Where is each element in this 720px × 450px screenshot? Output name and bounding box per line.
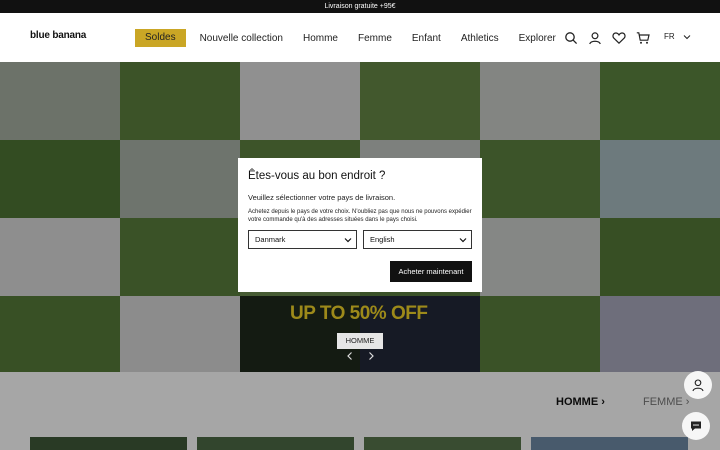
modal-description: Achetez depuis le pays de votre choix. N…: [248, 209, 472, 223]
main-nav: Soldes Nouvelle collection Homme Femme E…: [135, 29, 576, 47]
chevron-down-icon[interactable]: [683, 33, 691, 41]
nav-item-explorer[interactable]: Explorer: [519, 33, 556, 44]
logo[interactable]: blue banana: [30, 30, 86, 41]
account-fab[interactable]: [684, 371, 712, 399]
account-icon[interactable]: [588, 31, 602, 45]
search-icon[interactable]: [564, 31, 578, 45]
chevron-left-icon[interactable]: [345, 351, 355, 361]
cart-icon[interactable]: [636, 31, 650, 45]
free-shipping-banner: Livraison gratuite +95€: [0, 0, 720, 13]
category-button-homme[interactable]: HOMME: [337, 333, 383, 349]
heart-icon[interactable]: [612, 31, 626, 45]
shop-now-button[interactable]: Acheter maintenant: [390, 261, 472, 282]
nav-item-homme[interactable]: Homme: [303, 33, 338, 44]
country-select[interactable]: Danmark: [248, 230, 357, 249]
country-selector-modal: Êtes-vous au bon endroit ? Veuillez séle…: [238, 158, 482, 292]
header-icons: [564, 31, 660, 45]
user-icon: [692, 379, 704, 392]
language-selector[interactable]: FR: [664, 32, 675, 41]
chat-icon: [691, 421, 701, 431]
chevron-down-icon: [344, 238, 352, 243]
nav-item-athletics[interactable]: Athletics: [461, 33, 499, 44]
modal-backdrop-lower[interactable]: [0, 372, 720, 450]
nav-item-enfant[interactable]: Enfant: [412, 33, 441, 44]
modal-subtitle: Veuillez sélectionner votre pays de livr…: [248, 193, 396, 202]
chat-fab[interactable]: [682, 412, 710, 440]
site-header: blue banana Soldes Nouvelle collection H…: [0, 13, 720, 62]
country-select-value: Danmark: [255, 235, 286, 244]
nav-item-femme[interactable]: Femme: [358, 33, 392, 44]
language-select-value: English: [370, 235, 395, 244]
sale-promo-text: UP TO 50% OFF: [290, 303, 428, 324]
modal-title: Êtes-vous au bon endroit ?: [248, 170, 386, 182]
nav-item-soldes[interactable]: Soldes: [135, 29, 186, 47]
chevron-down-icon: [459, 238, 467, 243]
chevron-right-icon[interactable]: [366, 351, 376, 361]
language-select[interactable]: English: [363, 230, 472, 249]
nav-item-nouvelle-collection[interactable]: Nouvelle collection: [200, 33, 283, 44]
